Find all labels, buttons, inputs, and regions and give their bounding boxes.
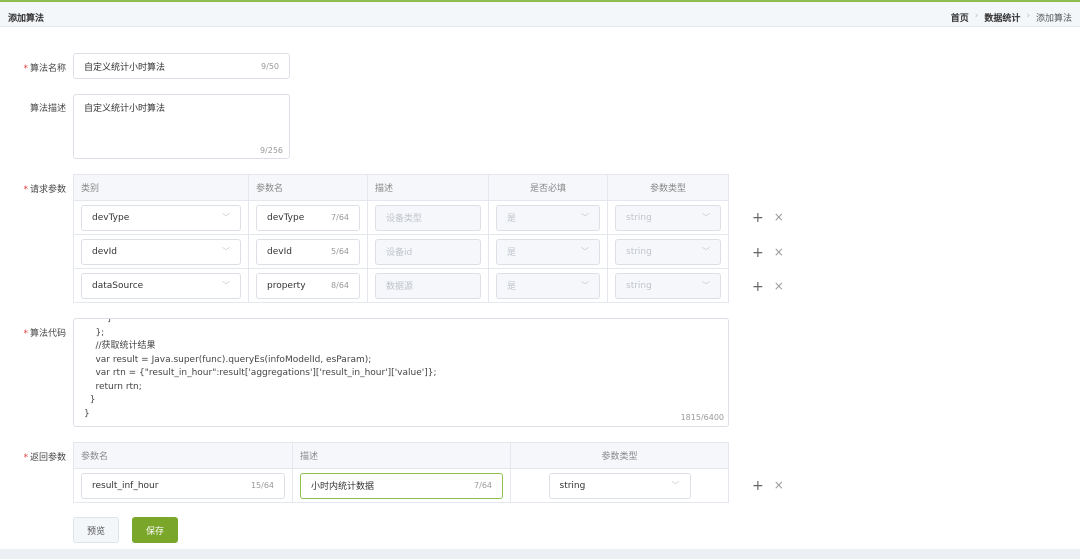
add-icon[interactable]: + [752,478,764,494]
required-select: 是 ﹀ [496,272,600,299]
request-row-ops: + × [752,279,784,295]
request-params-table: 类别 参数名 描述 是否必填 参数类型 devType ﹀ devType 7/64… [73,174,729,303]
breadcrumb: 首页 › 数据统计 › 添加算法 [950,11,1072,24]
table-row: dataSource ﹀ property 8/64 数据源 是 ﹀ string ﹀ [73,268,729,303]
chevron-down-icon: ﹀ [671,481,680,490]
remove-icon[interactable]: × [774,279,784,295]
chevron-down-icon: ﹀ [702,247,710,256]
col-desc: 描述 [292,442,511,469]
page-header: 添加算法 首页 › 数据统计 › 添加算法 [0,2,1080,27]
col-desc: 描述 [367,174,489,201]
response-label: * 返回参数 [23,453,66,463]
code-label: * 算法代码 [23,329,66,339]
breadcrumb-current: 添加算法 [1035,14,1072,24]
add-icon[interactable]: + [752,245,764,261]
param-desc-input: 数据源 [375,272,481,299]
category-select[interactable]: devType ﹀ [81,204,241,231]
response-params-table: 参数名 描述 参数类型 result_inf_hour 15/64 小时内统计数据… [73,442,729,503]
col-param-name: 参数名 [73,442,293,469]
remove-icon[interactable]: × [774,245,784,261]
chevron-down-icon: ﹀ [222,247,230,256]
type-select: string ﹀ [615,238,721,265]
col-type: 参数类型 [607,174,729,201]
table-row: devId ﹀ devId 5/64 设备id 是 ﹀ string ﹀ [73,234,729,269]
table-row: result_inf_hour 15/64 小时内统计数据 7/64 string ﹀ [73,468,729,503]
request-row-ops: + × [752,210,784,226]
preview-button[interactable]: 预览 [73,517,119,543]
col-category: 类别 [73,174,249,201]
required-select: 是 ﹀ [496,204,600,231]
desc-label: 算法描述 [29,104,66,114]
type-select: string ﹀ [615,272,721,299]
page-title: 添加算法 [8,14,45,24]
param-name-input[interactable]: devType 7/64 [256,204,360,231]
col-param-name: 参数名 [248,174,368,201]
chevron-down-icon: ﹀ [581,247,589,256]
add-icon[interactable]: + [752,279,764,295]
breadcrumb-stats[interactable]: 数据统计 [984,11,1020,24]
breadcrumb-home[interactable]: 首页 [951,11,969,24]
required-select: 是 ﹀ [496,238,600,265]
col-required: 是否必填 [488,174,608,201]
bottom-bar [0,549,1080,559]
table-row: devType ﹀ devType 7/64 设备类型 是 ﹀ string ﹀ [73,200,729,235]
param-name-input[interactable]: property 8/64 [256,272,360,299]
category-select[interactable]: devId ﹀ [81,238,241,265]
code-editor[interactable]: } }; //获取统计结果 var result = Java.super(fu… [73,318,729,427]
request-label: * 请求参数 [23,185,66,195]
response-row-ops: + × [752,478,784,494]
chevron-down-icon: ﹀ [581,281,589,290]
response-desc-input[interactable]: 小时内统计数据 7/64 [300,472,503,499]
param-desc-input: 设备id [375,238,481,265]
chevron-down-icon: ﹀ [581,213,589,222]
code-count: 1815/6400 [680,412,724,422]
param-name-input[interactable]: devId 5/64 [256,238,360,265]
request-row-ops: + × [752,245,784,261]
name-input[interactable]: 自定义统计小时算法 9/50 [73,53,290,79]
type-select: string ﹀ [615,204,721,231]
remove-icon[interactable]: × [774,210,784,226]
col-type: 参数类型 [510,442,729,469]
name-label: * 算法名称 [23,64,66,74]
response-type-select[interactable]: string ﹀ [548,472,691,499]
param-desc-input: 设备类型 [375,204,481,231]
add-icon[interactable]: + [752,210,764,226]
save-button[interactable]: 保存 [132,517,178,543]
chevron-down-icon: ﹀ [702,281,710,290]
chevron-down-icon: ﹀ [222,213,230,222]
chevron-down-icon: ﹀ [222,281,230,290]
remove-icon[interactable]: × [774,478,784,494]
chevron-down-icon: ﹀ [702,213,710,222]
category-select[interactable]: dataSource ﹀ [81,272,241,299]
desc-textarea[interactable]: 自定义统计小时算法 9/256 [73,94,290,159]
response-name-input[interactable]: result_inf_hour 15/64 [81,472,285,499]
